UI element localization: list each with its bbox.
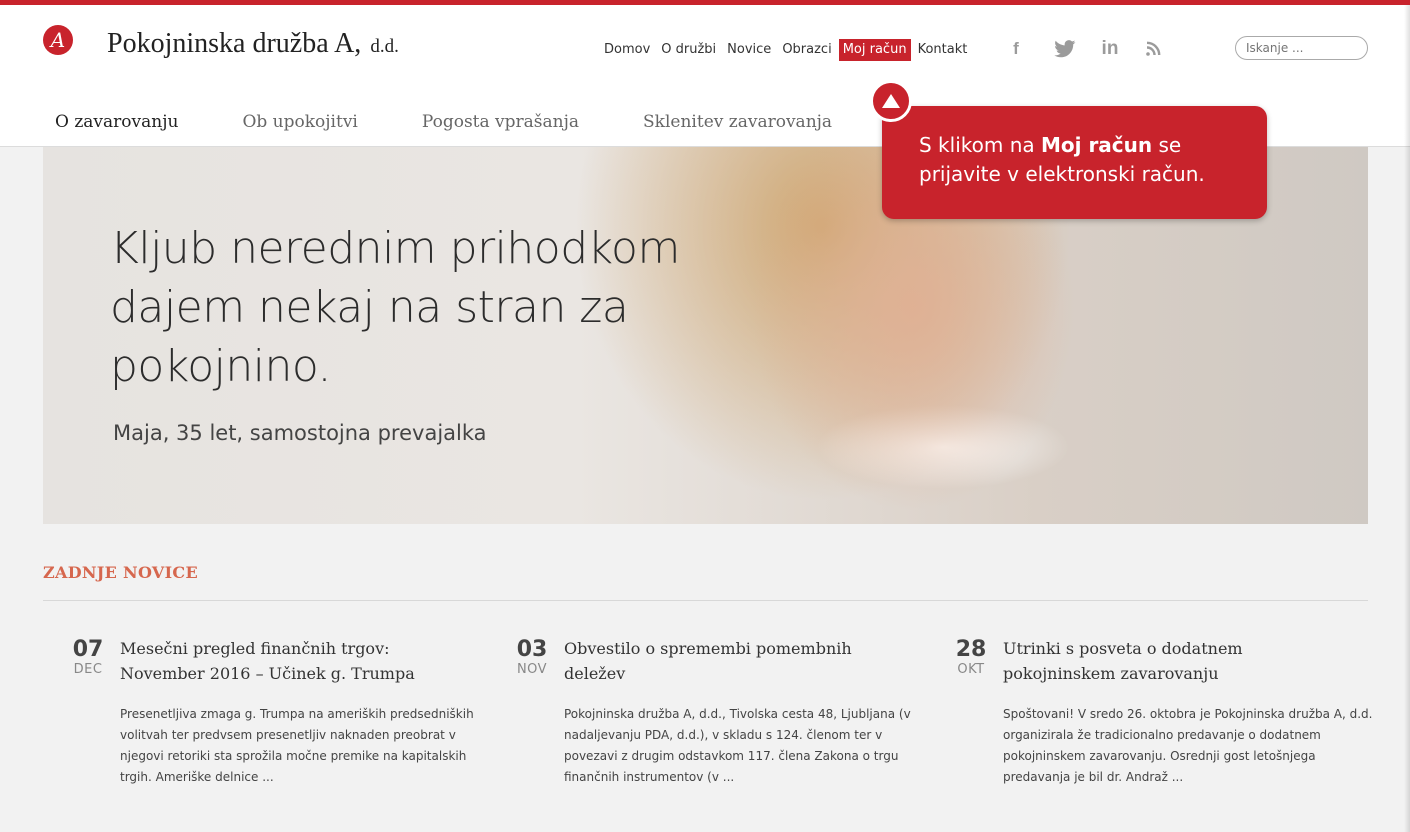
linkedin-icon[interactable]: in	[1097, 37, 1123, 61]
main-nav-pogosta-vprasanja[interactable]: Pogosta vprašanja	[422, 112, 579, 132]
twitter-icon[interactable]	[1052, 37, 1078, 61]
main-nav: O zavarovanju Ob upokojitvi Pogosta vpra…	[55, 112, 896, 132]
news-title[interactable]: Obvestilo o spremembi pomembnih deležev	[564, 636, 904, 686]
hero-title: Kljub nerednim prihodkom dajem nekaj na …	[110, 223, 680, 392]
main-nav-sklenitev-zavarovanja[interactable]: Sklenitev zavarovanja	[643, 112, 832, 132]
top-nav-kontakt[interactable]: Kontakt	[914, 39, 972, 61]
main-nav-ob-upokojitvi[interactable]: Ob upokojitvi	[242, 112, 357, 132]
news-date: 03 NOV	[509, 638, 555, 678]
news-date: 28 OKT	[948, 638, 994, 678]
hero-subtitle: Maja, 35 let, samostojna prevajalka	[113, 421, 487, 445]
top-nav-domov[interactable]: Domov	[600, 39, 654, 61]
news-date: 07 DEC	[65, 638, 111, 678]
news-title[interactable]: Utrinki s posveta o dodatnem pokojninske…	[1003, 636, 1343, 686]
logo-icon[interactable]: A	[43, 25, 73, 55]
help-tooltip: S klikom na Moj račun se prijavite v ele…	[882, 106, 1267, 219]
facebook-icon[interactable]: f	[1008, 37, 1024, 61]
top-nav: Domov O družbi Novice Obrazci Moj račun …	[600, 39, 974, 61]
top-nav-novice[interactable]: Novice	[723, 39, 775, 61]
news-month: DEC	[73, 662, 103, 677]
search-input[interactable]	[1235, 36, 1368, 60]
main-nav-o-zavarovanju[interactable]: O zavarovanju	[55, 112, 178, 132]
top-nav-moj-racun[interactable]: Moj račun	[838, 39, 911, 61]
page-edge-shadow	[1404, 5, 1410, 832]
section-title-news: ZADNJE NOVICE	[43, 563, 198, 582]
section-divider	[43, 600, 1368, 601]
brand-name[interactable]: Pokojninska družba A, d.d.	[107, 28, 399, 60]
brand-suffix[interactable]: d.d.	[370, 36, 399, 57]
tooltip-pointer-icon	[870, 80, 912, 122]
top-nav-obrazci[interactable]: Obrazci	[778, 39, 835, 61]
news-title[interactable]: Mesečni pregled finančnih trgov: Novembe…	[120, 636, 460, 686]
news-day: 03	[516, 637, 548, 662]
news-day: 28	[955, 637, 987, 662]
news-excerpt: Spoštovani! V sredo 26. oktobra je Pokoj…	[1003, 707, 1373, 784]
news-excerpt: Presenetljiva zmaga g. Trumpa na amerišk…	[120, 707, 474, 784]
rss-icon[interactable]	[1142, 37, 1164, 61]
news-excerpt: Pokojninska družba A, d.d., Tivolska ces…	[564, 707, 911, 784]
news-month: NOV	[516, 662, 548, 677]
top-nav-o-druzbi[interactable]: O družbi	[657, 39, 720, 61]
news-day: 07	[72, 637, 104, 662]
tooltip-text-pre: S klikom na	[919, 133, 1041, 157]
news-month: OKT	[957, 662, 985, 677]
brand-title[interactable]: Pokojninska družba A,	[107, 28, 361, 59]
tooltip-text-bold: Moj račun	[1040, 133, 1153, 157]
